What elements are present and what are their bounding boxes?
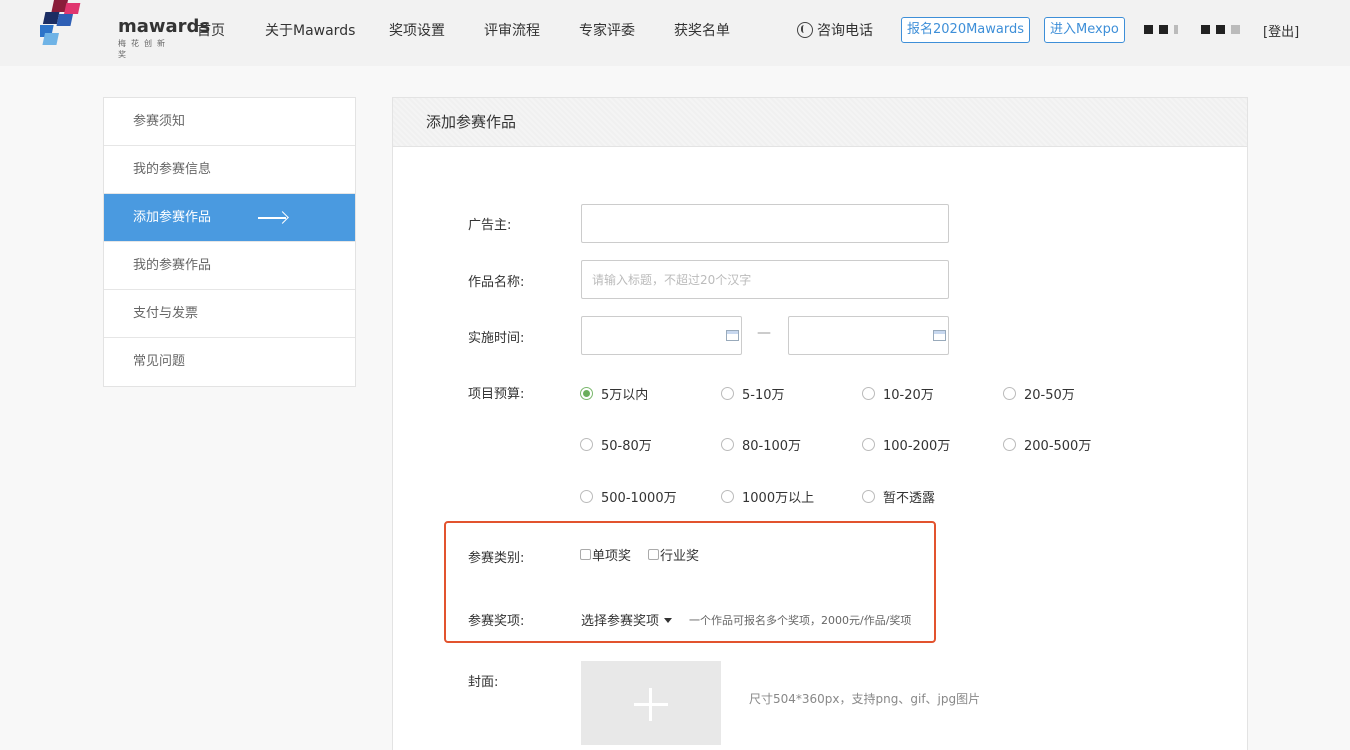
sidebar-item-my-info[interactable]: 我的参赛信息: [104, 146, 355, 194]
masked-company: [1201, 25, 1240, 35]
budget-option-label: 500-1000万: [601, 491, 677, 506]
caret-down-icon: [664, 618, 673, 623]
arrow-right-icon: [258, 217, 286, 219]
register-2020-button[interactable]: 报名2020Mawards: [901, 17, 1031, 43]
category-single-award-checkbox[interactable]: 单项奖: [580, 545, 631, 564]
radio-icon: [580, 438, 593, 451]
budget-option-3[interactable]: 20-50万: [1003, 384, 1075, 403]
sidebar-menu: 参赛须知 我的参赛信息 添加参赛作品 我的参赛作品 支付与发票 常见问题: [103, 97, 356, 387]
phone-label: 咨询电话: [817, 23, 873, 39]
sidebar-item-my-works[interactable]: 我的参赛作品: [104, 242, 355, 290]
advertiser-input[interactable]: [581, 204, 949, 243]
sidebar-item-payment[interactable]: 支付与发票: [104, 290, 355, 338]
panel-title: 添加参赛作品: [393, 98, 1247, 147]
dropdown-label: 选择参赛奖项: [581, 614, 660, 629]
checkbox-label: 行业奖: [660, 549, 700, 564]
consult-phone[interactable]: 咨询电话: [797, 20, 873, 40]
masked-username: [1144, 25, 1178, 35]
plus-icon-vertical: [649, 688, 652, 721]
top-header: mawards 梅花创新奖 首页 关于Mawards 奖项设置 评审流程 专家评…: [0, 0, 1350, 66]
nav-judging-process[interactable]: 评审流程: [484, 20, 540, 40]
budget-option-label: 5万以内: [601, 388, 649, 403]
start-date-input[interactable]: [581, 316, 742, 355]
budget-option-label: 暂不透露: [883, 491, 936, 506]
calendar-icon[interactable]: [933, 330, 946, 341]
budget-option-2[interactable]: 10-20万: [862, 384, 934, 403]
work-name-input[interactable]: [581, 260, 949, 299]
budget-option-4[interactable]: 50-80万: [580, 435, 652, 454]
budget-option-7[interactable]: 200-500万: [1003, 435, 1091, 454]
checkbox-icon: [580, 549, 591, 560]
budget-option-label: 200-500万: [1024, 439, 1092, 454]
nav-awards[interactable]: 奖项设置: [389, 20, 445, 40]
radio-icon: [862, 438, 875, 451]
budget-option-10[interactable]: 暂不透露: [862, 487, 935, 506]
sidebar-item-add-work[interactable]: 添加参赛作品: [104, 194, 355, 242]
enter-mexpo-button[interactable]: 进入Mexpo: [1044, 17, 1125, 43]
category-label: 参赛类别:: [468, 551, 525, 566]
logo-mark-icon: [40, 0, 81, 45]
budget-option-9[interactable]: 1000万以上: [721, 487, 814, 506]
cover-upload-button[interactable]: [581, 661, 721, 745]
end-date-input[interactable]: [788, 316, 949, 355]
add-work-panel: 添加参赛作品: [392, 97, 1248, 750]
time-label: 实施时间:: [468, 331, 525, 346]
sidebar-item-guidelines[interactable]: 参赛须知: [104, 98, 355, 146]
nav-home[interactable]: 首页: [197, 20, 225, 40]
cover-label: 封面:: [468, 675, 499, 690]
checkbox-label: 单项奖: [592, 549, 632, 564]
radio-icon: [1003, 387, 1016, 400]
radio-icon: [721, 438, 734, 451]
logout-link[interactable]: [登出]: [1263, 21, 1299, 40]
radio-icon: [721, 490, 734, 503]
radio-icon: [721, 387, 734, 400]
category-industry-award-checkbox[interactable]: 行业奖: [648, 545, 699, 564]
radio-icon: [1003, 438, 1016, 451]
budget-option-1[interactable]: 5-10万: [721, 384, 785, 403]
radio-icon: [862, 387, 875, 400]
award-pricing-hint: 一个作品可报名多个奖项，2000元/作品/奖项: [689, 614, 912, 627]
budget-label: 项目预算:: [468, 387, 525, 402]
award-select-dropdown[interactable]: 选择参赛奖项: [581, 610, 673, 629]
sidebar-item-faq[interactable]: 常见问题: [104, 338, 355, 386]
radio-checked-icon: [580, 387, 593, 400]
budget-option-label: 50-80万: [601, 439, 652, 454]
sidebar-item-label: 添加参赛作品: [133, 210, 212, 225]
nav-judges[interactable]: 专家评委: [579, 20, 635, 40]
budget-option-label: 5-10万: [742, 388, 785, 403]
budget-option-label: 80-100万: [742, 439, 802, 454]
budget-option-5[interactable]: 80-100万: [721, 435, 801, 454]
calendar-icon[interactable]: [726, 330, 739, 341]
nav-about[interactable]: 关于Mawards: [265, 20, 355, 40]
nav-winners[interactable]: 获奖名单: [674, 20, 730, 40]
phone-icon: [797, 22, 813, 38]
work-name-label: 作品名称:: [468, 275, 525, 290]
mawards-logo[interactable]: mawards 梅花创新奖: [40, 0, 210, 59]
budget-option-label: 1000万以上: [742, 491, 815, 506]
radio-icon: [580, 490, 593, 503]
budget-option-label: 100-200万: [883, 439, 951, 454]
budget-option-8[interactable]: 500-1000万: [580, 487, 677, 506]
logo-subtitle: 梅花创新奖: [118, 39, 170, 59]
cover-size-hint: 尺寸504*360px，支持png、gif、jpg图片: [749, 692, 981, 706]
award-label: 参赛奖项:: [468, 614, 525, 629]
budget-option-0[interactable]: 5万以内: [580, 384, 648, 403]
date-separator: —: [757, 325, 771, 341]
budget-option-label: 20-50万: [1024, 388, 1075, 403]
radio-icon: [862, 490, 875, 503]
budget-option-6[interactable]: 100-200万: [862, 435, 950, 454]
checkbox-icon: [648, 549, 659, 560]
budget-option-label: 10-20万: [883, 388, 934, 403]
advertiser-label: 广告主:: [468, 218, 512, 233]
